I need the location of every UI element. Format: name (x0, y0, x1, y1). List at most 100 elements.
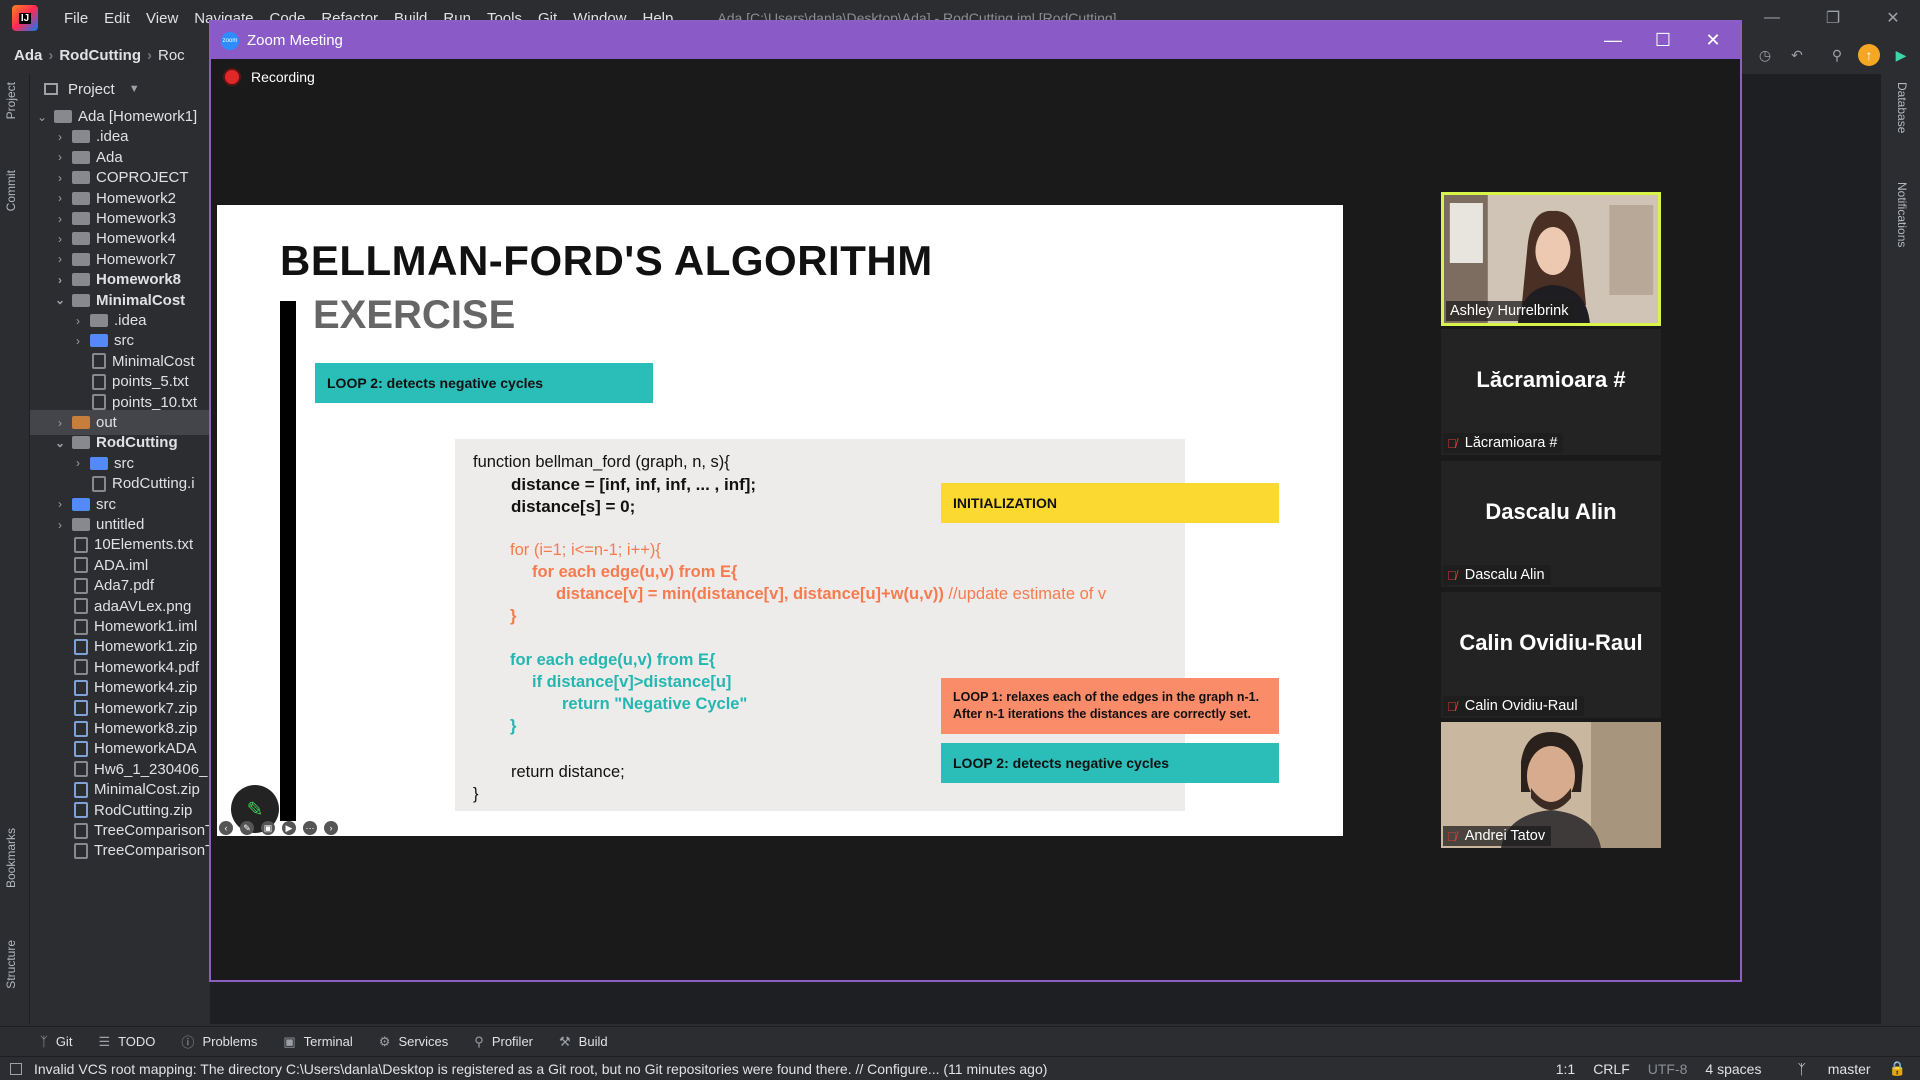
chevron-right-icon[interactable]: › (52, 497, 68, 511)
mic-muted-icon: 🎙̸ (1447, 567, 1457, 583)
history-icon[interactable]: ◷ (1754, 44, 1776, 66)
participant-label: 🎙̸ Andrei Tatov (1443, 826, 1552, 846)
zoom-titlebar: zoom Zoom Meeting — ☐ ✕ (211, 22, 1740, 59)
participant-tile-calin[interactable]: Calin Ovidiu-Raul 🎙̸ Calin Ovidiu-Raul (1441, 592, 1661, 718)
update-icon[interactable]: ↑ (1858, 44, 1880, 66)
mic-muted-icon: 🎙̸ (1447, 435, 1457, 451)
code-line: distance[v] = min(distance[v], distance[… (556, 585, 1107, 603)
lock-icon[interactable]: 🔒 (1889, 1060, 1906, 1077)
project-panel-title: Project (68, 80, 115, 98)
tab-commit[interactable]: Commit (4, 170, 18, 211)
breadcrumb-rodcutting[interactable]: RodCutting (53, 47, 147, 64)
more-icon[interactable]: ⋯ (303, 821, 317, 835)
folder-icon (90, 314, 108, 327)
participant-label: 🎙̸ Calin Ovidiu-Raul (1443, 696, 1584, 716)
status-position[interactable]: 1:1 (1556, 1061, 1575, 1077)
toolbox-icon[interactable]: ▶ (1890, 44, 1912, 66)
code-line: return distance; (511, 763, 625, 781)
file-icon (74, 577, 88, 594)
status-git-branch[interactable]: ᛉ master (1779, 1061, 1870, 1077)
tab-database[interactable]: Database (1895, 82, 1909, 133)
tree-item-label: adaAVLex.png (94, 597, 192, 615)
chevron-right-icon[interactable]: › (52, 150, 68, 164)
tree-item-label: MinimalCost.zip (94, 781, 200, 799)
folder-icon (72, 191, 90, 205)
tree-item-label: out (96, 414, 117, 431)
tool-problems[interactable]: ⓘ Problems (181, 1032, 257, 1051)
tree-item-label: src (114, 454, 134, 472)
code-line: return "Negative Cycle" (562, 695, 748, 713)
video-icon[interactable]: ▶ (282, 821, 296, 835)
chevron-right-icon[interactable]: › (52, 212, 68, 226)
chevron-down-icon[interactable]: ⌄ (34, 110, 50, 124)
chevron-right-icon[interactable]: › (70, 456, 86, 470)
tree-item-label: COPROJECT (96, 169, 189, 187)
ide-close-button[interactable]: ✕ (1868, 0, 1918, 36)
search-icon[interactable]: ⚲ (1826, 44, 1848, 66)
tool-terminal[interactable]: ▣ Terminal (283, 1034, 352, 1050)
chevron-right-icon[interactable]: › (52, 191, 68, 205)
chevron-right-icon[interactable]: › (70, 314, 86, 328)
chevron-down-icon[interactable]: ⌄ (52, 293, 68, 307)
chevron-right-icon[interactable]: › (52, 130, 68, 144)
tab-structure[interactable]: Structure (4, 940, 18, 989)
participant-tile-ashley[interactable]: Ashley Hurrelbrink (1441, 192, 1661, 326)
zoom-maximize-button[interactable]: ☐ (1643, 22, 1683, 59)
chevron-down-icon[interactable]: ▼ (129, 83, 140, 95)
folder-icon (90, 334, 108, 348)
tool-git[interactable]: ᛉ Git (40, 1034, 72, 1049)
ide-minimize-button[interactable]: — (1747, 0, 1797, 36)
folder-icon (72, 232, 90, 246)
file-icon (74, 618, 88, 635)
breadcrumb-file[interactable]: Roc (152, 47, 191, 64)
participant-tile-lacramioara[interactable]: Lăcramioara # 🎙̸ Lăcramioara # (1441, 329, 1661, 455)
screen-icon[interactable]: ▣ (261, 821, 275, 835)
previous-slide-icon[interactable]: ‹ (219, 821, 233, 835)
folder-icon (72, 497, 90, 511)
tool-todo[interactable]: ☰ TODO (98, 1034, 155, 1050)
zoom-content: Recording BELLMAN-FORD'S ALGORITHM EXERC… (211, 59, 1740, 980)
status-encoding[interactable]: UTF-8 (1648, 1061, 1688, 1077)
chevron-right-icon[interactable]: › (52, 518, 68, 532)
participant-tile-andrei[interactable]: 🎙̸ Andrei Tatov (1441, 722, 1661, 848)
next-slide-icon[interactable]: › (324, 821, 338, 835)
tool-profiler[interactable]: ⚲ Profiler (474, 1034, 533, 1050)
participant-tile-dascalu[interactable]: Dascalu Alin 🎙̸ Dascalu Alin (1441, 461, 1661, 587)
archive-icon (74, 740, 88, 757)
status-message[interactable]: Invalid VCS root mapping: The directory … (34, 1061, 1538, 1077)
pen-tool-icon[interactable]: ✎ (240, 821, 254, 835)
menu-edit[interactable]: Edit (96, 10, 138, 27)
tree-item-label: Homework2 (96, 189, 177, 207)
tree-item-label: Homework4.zip (94, 679, 198, 697)
tree-item-label: Ada7.pdf (94, 577, 155, 595)
tree-item[interactable]: TreeComparisonTable1000000.png (30, 838, 210, 863)
chevron-right-icon[interactable]: › (52, 416, 68, 430)
zoom-minimize-button[interactable]: — (1593, 22, 1633, 59)
breadcrumb-ada[interactable]: Ada (8, 47, 48, 64)
tool-build[interactable]: ⚒ Build (559, 1034, 608, 1050)
chevron-right-icon[interactable]: › (52, 232, 68, 246)
recording-indicator[interactable]: Recording (225, 69, 315, 85)
ide-restore-button[interactable]: ❐ (1808, 0, 1858, 36)
code-line: for each edge(u,v) from E{ (510, 651, 716, 669)
tool-services[interactable]: ⚙ Services (379, 1034, 449, 1050)
menu-view[interactable]: View (138, 10, 186, 27)
chevron-right-icon[interactable]: › (52, 171, 68, 185)
chevron-down-icon[interactable]: ⌄ (52, 436, 68, 450)
undo-icon[interactable]: ↶ (1786, 44, 1808, 66)
file-icon (74, 536, 88, 553)
tab-project[interactable]: Project (4, 82, 18, 119)
menu-file[interactable]: File (56, 10, 96, 27)
project-panel-header[interactable]: Project ▼ (30, 74, 210, 104)
status-square-icon[interactable] (10, 1062, 22, 1075)
tree-item-label: Homework1.iml (94, 618, 198, 635)
status-indent[interactable]: 4 spaces (1705, 1061, 1761, 1077)
chevron-right-icon[interactable]: › (52, 273, 68, 287)
chevron-right-icon[interactable]: › (52, 252, 68, 266)
file-icon (74, 842, 88, 859)
status-line-separator[interactable]: CRLF (1593, 1061, 1630, 1077)
tab-bookmarks[interactable]: Bookmarks (4, 828, 18, 888)
zoom-close-button[interactable]: ✕ (1693, 22, 1733, 59)
tab-notifications[interactable]: Notifications (1895, 182, 1909, 247)
chevron-right-icon[interactable]: › (70, 334, 86, 348)
